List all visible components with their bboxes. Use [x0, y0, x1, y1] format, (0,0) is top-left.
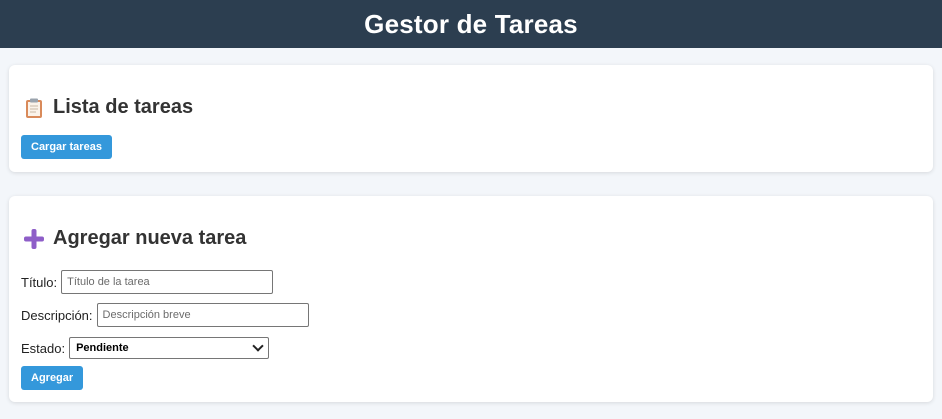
- title-input[interactable]: [61, 270, 274, 294]
- status-selected-value: Pendiente: [76, 342, 129, 354]
- status-label: Estado:: [21, 340, 66, 356]
- task-list-card: Lista de tareas Cargar tareas: [9, 65, 933, 172]
- description-field-row: Descripción:: [21, 303, 309, 327]
- clipboard-icon: [23, 97, 45, 119]
- load-tasks-button[interactable]: Cargar tareas: [21, 135, 112, 159]
- description-input[interactable]: [96, 303, 309, 327]
- description-label: Descripción:: [21, 307, 93, 323]
- status-select[interactable]: Pendiente: [69, 337, 270, 359]
- task-list-title: Lista de tareas: [53, 96, 194, 118]
- title-label: Título:: [21, 274, 58, 290]
- chevron-down-icon: [252, 340, 264, 352]
- app-header: Gestor de Tareas: [0, 0, 942, 48]
- page-title: Gestor de Tareas: [364, 8, 578, 39]
- status-field-row: Estado: Pendiente: [21, 337, 270, 359]
- add-task-title: Agregar nueva tarea: [53, 227, 247, 249]
- add-task-card: Agregar nueva tarea Título: Descripción:…: [9, 196, 933, 402]
- plus-icon: [23, 228, 45, 250]
- title-field-row: Título:: [21, 270, 274, 294]
- add-task-button[interactable]: Agregar: [21, 366, 84, 390]
- task-list-heading: Lista de tareas: [23, 96, 193, 119]
- add-task-heading: Agregar nueva tarea: [23, 227, 246, 250]
